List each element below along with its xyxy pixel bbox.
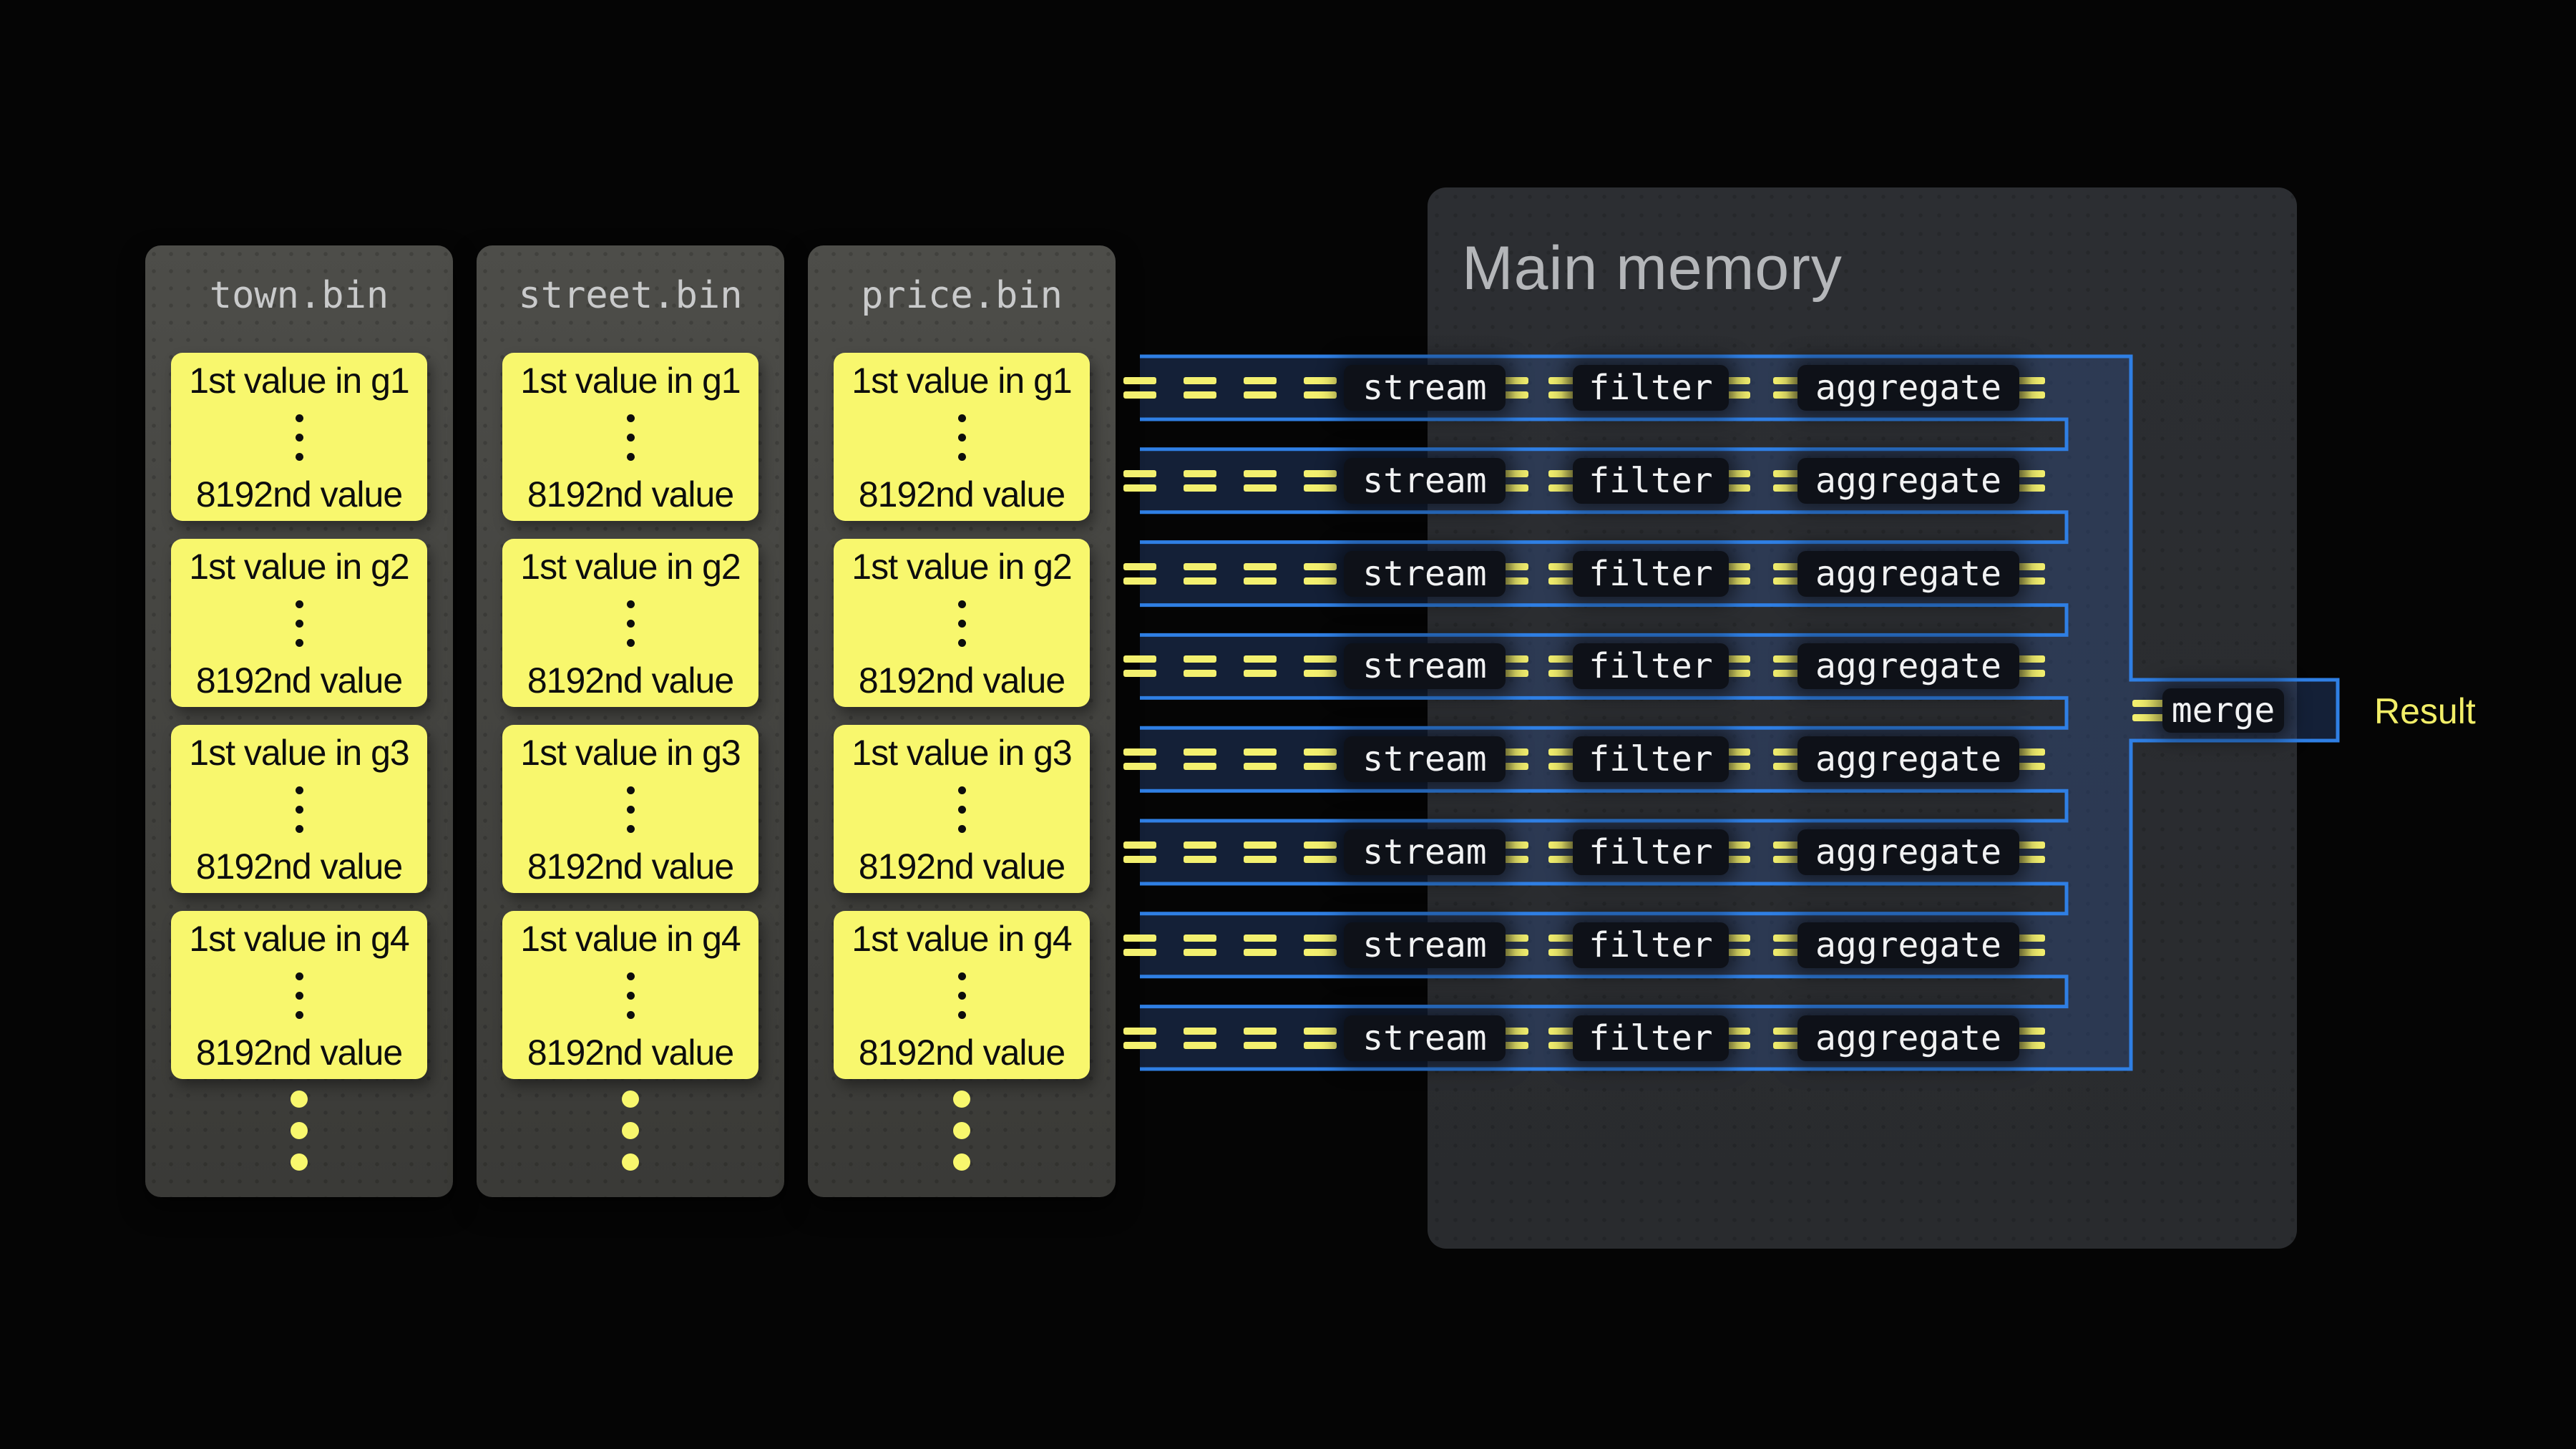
data-chunk-icon xyxy=(1304,470,1337,492)
data-chunk-icon xyxy=(1304,377,1337,399)
data-chunk-icon xyxy=(1184,1028,1216,1049)
stage-filter: filter xyxy=(1573,551,1729,597)
stage-filter: filter xyxy=(1573,643,1729,689)
stage-filter: filter xyxy=(1573,922,1729,968)
stage-filter: filter xyxy=(1573,458,1729,504)
data-chunk-icon xyxy=(1304,935,1337,956)
stage-aggregate: aggregate xyxy=(1797,1015,2019,1061)
data-chunk-icon xyxy=(1304,1028,1337,1049)
data-chunk-icon xyxy=(1244,841,1277,863)
data-chunk-icon xyxy=(1184,563,1216,585)
stage-stream: stream xyxy=(1344,365,1506,411)
data-chunk-icon xyxy=(1244,935,1277,956)
pipeline-lane: stream filter aggregate xyxy=(0,356,2576,419)
data-chunk-icon xyxy=(1123,841,1156,863)
stage-merge: merge xyxy=(2162,688,2284,733)
stage-filter: filter xyxy=(1573,829,1729,875)
stage-aggregate: aggregate xyxy=(1797,736,2019,782)
stage-aggregate: aggregate xyxy=(1797,922,2019,968)
stage-filter: filter xyxy=(1573,365,1729,411)
stage-stream: stream xyxy=(1344,829,1506,875)
pipeline-lane: stream filter aggregate xyxy=(0,914,2576,977)
data-chunk-icon xyxy=(1304,748,1337,770)
stage-aggregate: aggregate xyxy=(1797,365,2019,411)
data-chunk-icon xyxy=(1244,655,1277,677)
data-chunk-icon xyxy=(1244,748,1277,770)
data-chunk-icon xyxy=(1184,748,1216,770)
data-chunk-icon xyxy=(1184,470,1216,492)
data-chunk-icon xyxy=(1123,563,1156,585)
data-chunk-icon xyxy=(1304,841,1337,863)
data-chunk-icon xyxy=(1123,377,1156,399)
data-chunk-icon xyxy=(1304,655,1337,677)
stage-filter: filter xyxy=(1573,1015,1729,1061)
data-chunk-icon xyxy=(1244,470,1277,492)
stage-stream: stream xyxy=(1344,458,1506,504)
data-chunk-icon xyxy=(1244,1028,1277,1049)
data-chunk-icon xyxy=(1184,935,1216,956)
stage-aggregate: aggregate xyxy=(1797,643,2019,689)
data-chunk-icon xyxy=(1123,470,1156,492)
diagram-canvas: Main memory town.bin1st value in g18192n… xyxy=(0,0,2576,1449)
stage-stream: stream xyxy=(1344,551,1506,597)
pipeline-lane: stream filter aggregate xyxy=(0,1007,2576,1070)
data-chunk-icon xyxy=(1244,377,1277,399)
stage-aggregate: aggregate xyxy=(1797,458,2019,504)
data-chunk-icon xyxy=(1244,563,1277,585)
stage-stream: stream xyxy=(1344,922,1506,968)
stage-aggregate: aggregate xyxy=(1797,829,2019,875)
stage-aggregate: aggregate xyxy=(1797,551,2019,597)
data-chunk-icon xyxy=(1184,841,1216,863)
stage-stream: stream xyxy=(1344,736,1506,782)
data-chunk-icon xyxy=(1184,377,1216,399)
data-chunk-icon xyxy=(1184,655,1216,677)
data-chunk-icon xyxy=(1123,1028,1156,1049)
data-chunk-icon xyxy=(1123,655,1156,677)
pipeline-lane: stream filter aggregate xyxy=(0,542,2576,605)
pipeline-lane: stream filter aggregate xyxy=(0,449,2576,512)
stage-stream: stream xyxy=(1344,1015,1506,1061)
data-chunk-icon xyxy=(1123,935,1156,956)
pipeline-lane: stream filter aggregate xyxy=(0,728,2576,791)
data-chunk-icon xyxy=(1304,563,1337,585)
stage-filter: filter xyxy=(1573,736,1729,782)
pipeline-lane: stream filter aggregate xyxy=(0,821,2576,884)
data-chunk-icon xyxy=(1123,748,1156,770)
data-chunk-icon xyxy=(2132,700,2165,721)
result-label: Result xyxy=(2374,692,2476,731)
stage-stream: stream xyxy=(1344,643,1506,689)
